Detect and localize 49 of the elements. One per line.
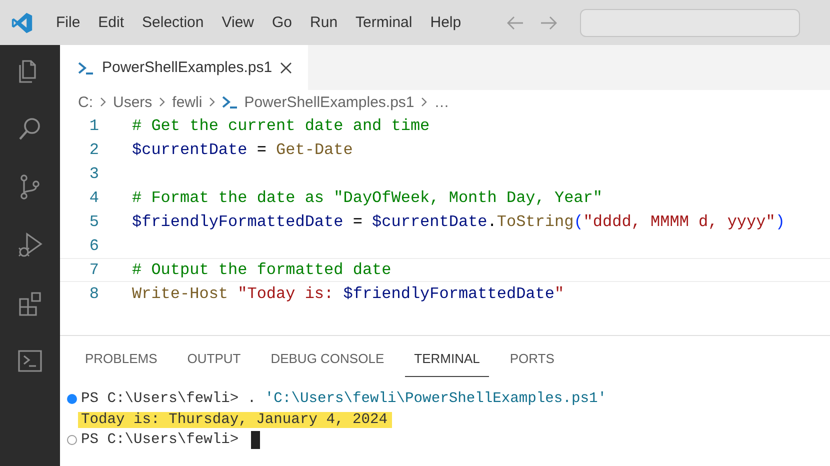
code-line: # Get the current date and time <box>132 117 430 135</box>
terminal-line: PS C:\Users\fewli> . 'C:\Users\fewli\PowerShellExamples.ps1' <box>80 391 608 408</box>
editor-tab[interactable]: PowerShellExamples.ps1 <box>60 45 308 90</box>
chevron-icon <box>420 96 428 108</box>
breadcrumb-item[interactable]: … <box>434 94 450 110</box>
chevron-icon <box>158 96 166 108</box>
line-number: 1 <box>88 117 100 135</box>
code-line: $currentDate = Get-Date <box>132 141 353 159</box>
breadcrumb-item[interactable]: PowerShellExamples.ps1 <box>244 94 414 110</box>
line-number: 6 <box>88 237 100 255</box>
terminal-line: PS C:\Users\fewli> <box>80 432 240 448</box>
powershell-file-icon <box>78 60 94 74</box>
line-number: 2 <box>88 141 100 159</box>
panel-tab[interactable]: OUTPUT <box>178 341 250 377</box>
panel-tab[interactable]: PORTS <box>500 341 564 377</box>
line-number: 3 <box>88 165 100 183</box>
powershell-file-icon <box>222 95 238 109</box>
code-line: $friendlyFormattedDate = $currentDate.ToString("dddd, MMMM d, yyyy") <box>132 213 785 231</box>
command-status-icon[interactable] <box>67 394 77 404</box>
extensions-icon[interactable] <box>16 289 44 317</box>
chevron-icon <box>99 96 107 108</box>
code-line: # Format the date as "DayOfWeek, Month Day, Year" <box>132 189 602 207</box>
line-number: 4 <box>88 189 100 207</box>
menu-item[interactable]: Help <box>421 10 470 35</box>
menu-item[interactable]: View <box>212 10 263 35</box>
menu-item[interactable]: Selection <box>133 10 213 35</box>
line-number: 5 <box>88 213 100 231</box>
panel-tab[interactable]: DEBUG CONSOLE <box>262 341 394 377</box>
terminal-icon[interactable] <box>16 347 44 375</box>
app-logo-icon <box>11 12 33 34</box>
menu-item[interactable]: Edit <box>89 10 134 35</box>
close-icon[interactable] <box>280 62 292 74</box>
chevron-icon <box>208 96 216 108</box>
menu-item[interactable]: Go <box>263 10 302 35</box>
menu-item[interactable]: File <box>47 10 90 35</box>
breadcrumb-item[interactable]: Users <box>113 94 152 110</box>
line-number: 7 <box>88 261 100 279</box>
code-line: Write-Host "Today is: $friendlyFormattedDate" <box>132 285 564 303</box>
menu-item[interactable]: Run <box>301 10 347 35</box>
search-field[interactable] <box>580 8 800 36</box>
menu-item[interactable]: Terminal <box>346 10 422 35</box>
panel-tab[interactable]: PROBLEMS <box>76 341 166 377</box>
breadcrumb-item[interactable]: fewli <box>172 94 202 110</box>
code-line: # Output the formatted date <box>132 261 392 279</box>
command-status-icon[interactable] <box>67 435 77 446</box>
panel-tab[interactable]: TERMINAL <box>405 341 489 377</box>
breadcrumb-item[interactable]: C: <box>78 94 93 110</box>
run-debug-icon[interactable] <box>16 231 44 259</box>
line-number: 8 <box>88 285 100 303</box>
